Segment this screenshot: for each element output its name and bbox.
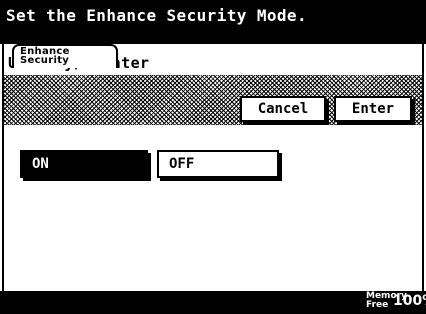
cancel-button[interactable]: Cancel: [240, 96, 326, 122]
off-option-button[interactable]: OFF: [157, 150, 279, 178]
memory-free-value: 100%: [393, 293, 426, 309]
panel-screen: Set the Enhance Security Mode. Utility/C…: [0, 0, 426, 314]
on-option-button[interactable]: ON: [20, 150, 148, 178]
tab-enhance-security: Enhance Security: [12, 44, 118, 68]
status-bar: Memory Free 100%: [0, 291, 426, 314]
message-bar: Set the Enhance Security Mode.: [0, 0, 426, 44]
enter-button[interactable]: Enter: [334, 96, 412, 122]
instruction-message: Set the Enhance Security Mode.: [6, 6, 307, 25]
tab-label: Enhance Security: [20, 46, 70, 66]
